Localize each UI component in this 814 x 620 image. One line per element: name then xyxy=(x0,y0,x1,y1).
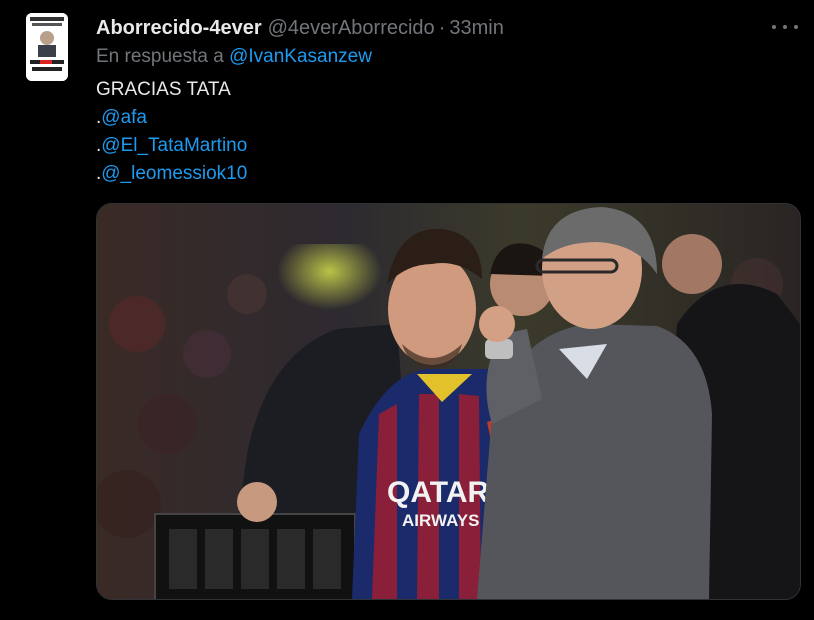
jersey-sponsor-text: AIRWAYS xyxy=(402,511,479,530)
tweet-media-photo[interactable]: QATAR AIRWAYS xyxy=(96,203,801,600)
tweet-line-text: GRACIAS TATA xyxy=(96,79,231,100)
tweet-line: GRACIAS TATA xyxy=(96,76,247,104)
display-name[interactable]: Aborrecido-4ever xyxy=(96,17,262,40)
tweet-header: Aborrecido-4ever @4everAborrecido · 33mi… xyxy=(96,14,504,42)
tweet-line: .@_leomessiok10 xyxy=(96,160,247,188)
jersey-sponsor-text: QATAR xyxy=(387,476,490,509)
reply-context: En respuesta a @IvanKasanzew xyxy=(96,46,372,68)
mention-link-tatamartino[interactable]: @El_TataMartino xyxy=(101,135,247,156)
tweet-line: .@El_TataMartino xyxy=(96,132,247,160)
reply-mention-link[interactable]: @IvanKasanzew xyxy=(229,46,372,67)
more-horizontal-icon[interactable] xyxy=(772,16,798,38)
separator: · xyxy=(438,16,446,39)
tweet-line: .@afa xyxy=(96,104,247,132)
timestamp[interactable]: 33min xyxy=(449,17,503,40)
user-handle[interactable]: @4everAborrecido xyxy=(268,17,435,40)
dot xyxy=(783,25,787,29)
avatar[interactable] xyxy=(26,13,68,81)
reply-prefix: En respuesta a xyxy=(96,46,224,67)
dot xyxy=(794,25,798,29)
mention-link-afa[interactable]: @afa xyxy=(101,107,147,128)
dot xyxy=(772,25,776,29)
photo-illustration: QATAR AIRWAYS xyxy=(97,204,800,599)
mention-link-leomessi[interactable]: @_leomessiok10 xyxy=(101,163,247,184)
tweet[interactable]: Aborrecido-4ever @4everAborrecido · 33mi… xyxy=(0,0,814,620)
tweet-text: GRACIAS TATA .@afa .@El_TataMartino .@_l… xyxy=(96,76,247,188)
